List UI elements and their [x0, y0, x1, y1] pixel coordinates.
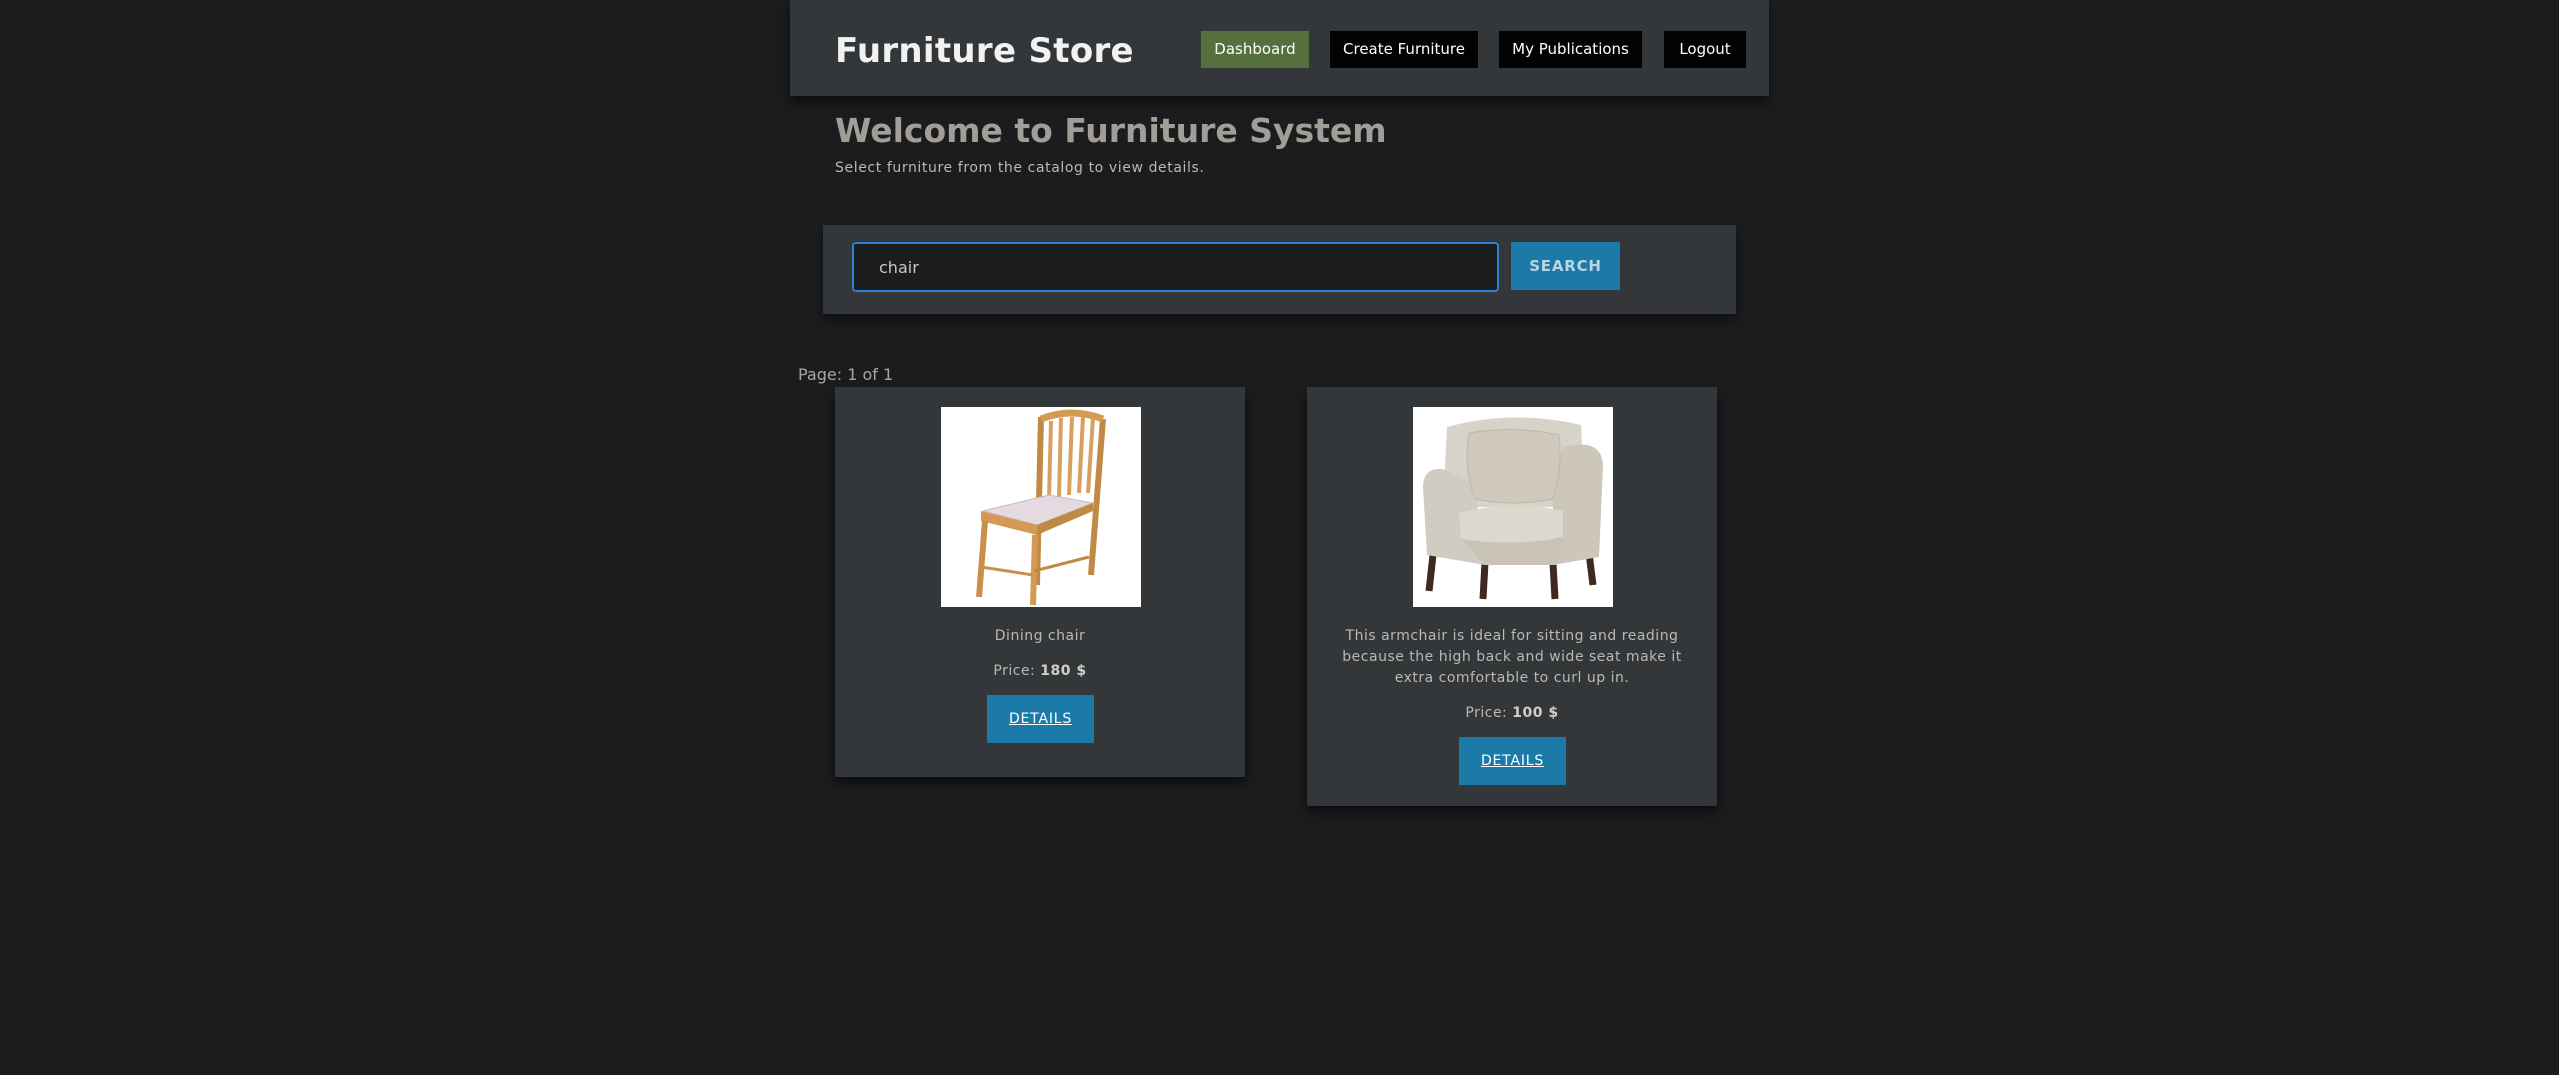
details-button[interactable]: DETAILS — [1459, 737, 1566, 785]
price-label: Price: — [993, 663, 1036, 679]
search-input[interactable] — [852, 242, 1499, 292]
furniture-card: Dining chair Price: 180 $ DETAILS — [835, 387, 1245, 777]
search-button[interactable]: SEARCH — [1511, 242, 1620, 290]
armchair-image — [1413, 407, 1613, 607]
details-button[interactable]: DETAILS — [987, 695, 1094, 743]
furniture-price: Price: 180 $ — [835, 663, 1245, 679]
dining-chair-icon — [941, 407, 1141, 607]
search-panel: SEARCH — [823, 225, 1736, 314]
nav-create-furniture-button[interactable]: Create Furniture — [1330, 31, 1478, 68]
price-value: 100 $ — [1512, 705, 1559, 721]
nav-my-publications-button[interactable]: My Publications — [1499, 31, 1642, 68]
furniture-description: Dining chair — [994, 628, 1086, 644]
price-value: 180 $ — [1040, 663, 1087, 679]
top-navbar: Furniture Store Dashboard Create Furnitu… — [790, 0, 1769, 96]
price-label: Price: — [1465, 705, 1508, 721]
nav-logout-button[interactable]: Logout — [1664, 31, 1746, 68]
furniture-description: This armchair is ideal for sitting and r… — [1342, 628, 1682, 686]
pagination-info: Page: 1 of 1 — [798, 365, 894, 384]
nav-dashboard-button[interactable]: Dashboard — [1201, 31, 1309, 68]
furniture-price: Price: 100 $ — [1307, 705, 1717, 721]
brand-title: Furniture Store — [835, 31, 1134, 71]
armchair-icon — [1413, 407, 1613, 607]
page-title: Welcome to Furniture System — [835, 111, 1387, 150]
page-subtitle: Select furniture from the catalog to vie… — [835, 160, 1205, 176]
dining-chair-image — [941, 407, 1141, 607]
furniture-card: This armchair is ideal for sitting and r… — [1307, 387, 1717, 806]
